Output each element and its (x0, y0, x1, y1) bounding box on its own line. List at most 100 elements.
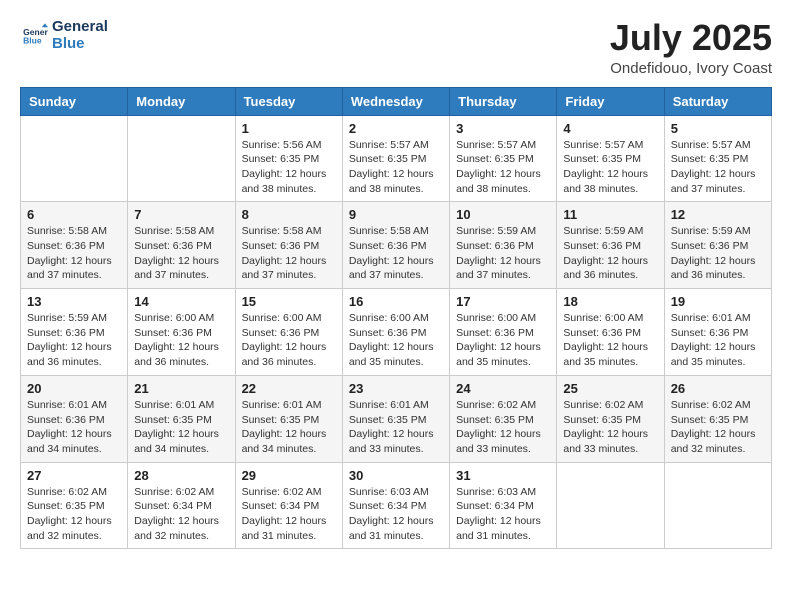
day-number: 15 (242, 294, 336, 309)
logo-general: General (52, 18, 108, 35)
day-cell: 30 Sunrise: 6:03 AM Sunset: 6:34 PM Dayli… (342, 462, 449, 549)
day-info: Sunrise: 5:59 AM Sunset: 6:36 PM Dayligh… (563, 224, 657, 283)
day-cell: 18 Sunrise: 6:00 AM Sunset: 6:36 PM Dayli… (557, 289, 664, 376)
day-cell: 13Sunrise: 5:59 AM Sunset: 6:36 PM Dayli… (21, 289, 128, 376)
day-cell: 31 Sunrise: 6:03 AM Sunset: 6:34 PM Dayli… (450, 462, 557, 549)
day-info: Sunrise: 5:58 AM Sunset: 6:36 PM Dayligh… (134, 224, 228, 283)
month-year: July 2025 (610, 18, 772, 58)
day-info: Sunrise: 6:02 AM Sunset: 6:35 PM Dayligh… (563, 398, 657, 457)
day-info: Sunrise: 6:02 AM Sunset: 6:34 PM Dayligh… (242, 485, 336, 544)
day-cell: 11Sunrise: 5:59 AM Sunset: 6:36 PM Dayli… (557, 202, 664, 289)
day-cell (557, 462, 664, 549)
day-cell: 14 Sunrise: 6:00 AM Sunset: 6:36 PM Dayli… (128, 289, 235, 376)
week-row-3: 13Sunrise: 5:59 AM Sunset: 6:36 PM Dayli… (21, 289, 772, 376)
day-info: Sunrise: 6:01 AM Sunset: 6:36 PM Dayligh… (27, 398, 121, 457)
svg-text:Blue: Blue (23, 36, 42, 46)
day-info: Sunrise: 5:57 AM Sunset: 6:35 PM Dayligh… (349, 138, 443, 197)
day-info: Sunrise: 6:00 AM Sunset: 6:36 PM Dayligh… (349, 311, 443, 370)
day-number: 1 (242, 121, 336, 136)
day-number: 14 (134, 294, 228, 309)
logo-icon: General Blue (20, 21, 48, 49)
day-number: 27 (27, 468, 121, 483)
week-row-1: 1 Sunrise: 5:56 AM Sunset: 6:35 PM Daylig… (21, 115, 772, 202)
day-number: 24 (456, 381, 550, 396)
day-cell: 26 Sunrise: 6:02 AM Sunset: 6:35 PM Dayli… (664, 375, 771, 462)
day-cell: 8 Sunrise: 5:58 AM Sunset: 6:36 PM Daylig… (235, 202, 342, 289)
day-number: 28 (134, 468, 228, 483)
day-cell: 12 Sunrise: 5:59 AM Sunset: 6:36 PM Dayli… (664, 202, 771, 289)
weekday-header-thursday: Thursday (450, 87, 557, 115)
page: General Blue General Blue July 2025 Onde… (0, 0, 792, 612)
day-info: Sunrise: 6:03 AM Sunset: 6:34 PM Dayligh… (456, 485, 550, 544)
week-row-5: 27 Sunrise: 6:02 AM Sunset: 6:35 PM Dayli… (21, 462, 772, 549)
day-info: Sunrise: 5:57 AM Sunset: 6:35 PM Dayligh… (671, 138, 765, 197)
day-cell: 19 Sunrise: 6:01 AM Sunset: 6:36 PM Dayli… (664, 289, 771, 376)
day-info: Sunrise: 5:57 AM Sunset: 6:35 PM Dayligh… (456, 138, 550, 197)
day-number: 21 (134, 381, 228, 396)
day-cell: 21 Sunrise: 6:01 AM Sunset: 6:35 PM Dayli… (128, 375, 235, 462)
day-number: 16 (349, 294, 443, 309)
weekday-header-wednesday: Wednesday (342, 87, 449, 115)
weekday-header-tuesday: Tuesday (235, 87, 342, 115)
day-cell: 5 Sunrise: 5:57 AM Sunset: 6:35 PM Daylig… (664, 115, 771, 202)
day-number: 17 (456, 294, 550, 309)
day-cell: 22 Sunrise: 6:01 AM Sunset: 6:35 PM Dayli… (235, 375, 342, 462)
day-number: 9 (349, 207, 443, 222)
day-info: Sunrise: 5:57 AM Sunset: 6:35 PM Dayligh… (563, 138, 657, 197)
day-cell: 15Sunrise: 6:00 AM Sunset: 6:36 PM Dayli… (235, 289, 342, 376)
day-number: 8 (242, 207, 336, 222)
day-number: 25 (563, 381, 657, 396)
day-cell: 7 Sunrise: 5:58 AM Sunset: 6:36 PM Daylig… (128, 202, 235, 289)
day-number: 5 (671, 121, 765, 136)
weekday-header-sunday: Sunday (21, 87, 128, 115)
day-info: Sunrise: 6:00 AM Sunset: 6:36 PM Dayligh… (563, 311, 657, 370)
weekday-header-monday: Monday (128, 87, 235, 115)
day-number: 30 (349, 468, 443, 483)
day-info: Sunrise: 6:01 AM Sunset: 6:35 PM Dayligh… (349, 398, 443, 457)
day-number: 19 (671, 294, 765, 309)
day-info: Sunrise: 6:03 AM Sunset: 6:34 PM Dayligh… (349, 485, 443, 544)
day-number: 22 (242, 381, 336, 396)
day-info: Sunrise: 5:58 AM Sunset: 6:36 PM Dayligh… (27, 224, 121, 283)
day-info: Sunrise: 5:58 AM Sunset: 6:36 PM Dayligh… (242, 224, 336, 283)
day-number: 31 (456, 468, 550, 483)
day-info: Sunrise: 5:56 AM Sunset: 6:35 PM Dayligh… (242, 138, 336, 197)
day-cell: 24 Sunrise: 6:02 AM Sunset: 6:35 PM Dayli… (450, 375, 557, 462)
day-info: Sunrise: 6:02 AM Sunset: 6:35 PM Dayligh… (27, 485, 121, 544)
day-cell: 29Sunrise: 6:02 AM Sunset: 6:34 PM Dayli… (235, 462, 342, 549)
day-info: Sunrise: 5:59 AM Sunset: 6:36 PM Dayligh… (671, 224, 765, 283)
week-row-4: 20 Sunrise: 6:01 AM Sunset: 6:36 PM Dayli… (21, 375, 772, 462)
day-info: Sunrise: 6:02 AM Sunset: 6:35 PM Dayligh… (671, 398, 765, 457)
day-info: Sunrise: 5:59 AM Sunset: 6:36 PM Dayligh… (27, 311, 121, 370)
day-cell: 9 Sunrise: 5:58 AM Sunset: 6:36 PM Daylig… (342, 202, 449, 289)
day-info: Sunrise: 5:59 AM Sunset: 6:36 PM Dayligh… (456, 224, 550, 283)
day-cell (21, 115, 128, 202)
weekday-header-saturday: Saturday (664, 87, 771, 115)
day-info: Sunrise: 6:00 AM Sunset: 6:36 PM Dayligh… (134, 311, 228, 370)
day-number: 10 (456, 207, 550, 222)
day-number: 6 (27, 207, 121, 222)
day-cell (664, 462, 771, 549)
day-info: Sunrise: 6:01 AM Sunset: 6:35 PM Dayligh… (242, 398, 336, 457)
day-info: Sunrise: 6:02 AM Sunset: 6:34 PM Dayligh… (134, 485, 228, 544)
day-number: 3 (456, 121, 550, 136)
day-info: Sunrise: 5:58 AM Sunset: 6:36 PM Dayligh… (349, 224, 443, 283)
day-info: Sunrise: 6:01 AM Sunset: 6:35 PM Dayligh… (134, 398, 228, 457)
day-number: 2 (349, 121, 443, 136)
weekday-header-friday: Friday (557, 87, 664, 115)
day-cell: 17Sunrise: 6:00 AM Sunset: 6:36 PM Dayli… (450, 289, 557, 376)
day-info: Sunrise: 6:01 AM Sunset: 6:36 PM Dayligh… (671, 311, 765, 370)
day-number: 18 (563, 294, 657, 309)
day-number: 7 (134, 207, 228, 222)
day-number: 26 (671, 381, 765, 396)
day-cell: 27 Sunrise: 6:02 AM Sunset: 6:35 PM Dayli… (21, 462, 128, 549)
day-cell: 10 Sunrise: 5:59 AM Sunset: 6:36 PM Dayli… (450, 202, 557, 289)
day-cell: 3 Sunrise: 5:57 AM Sunset: 6:35 PM Daylig… (450, 115, 557, 202)
day-number: 12 (671, 207, 765, 222)
day-cell: 1 Sunrise: 5:56 AM Sunset: 6:35 PM Daylig… (235, 115, 342, 202)
day-number: 20 (27, 381, 121, 396)
day-info: Sunrise: 6:02 AM Sunset: 6:35 PM Dayligh… (456, 398, 550, 457)
day-cell: 16 Sunrise: 6:00 AM Sunset: 6:36 PM Dayli… (342, 289, 449, 376)
day-cell: 25 Sunrise: 6:02 AM Sunset: 6:35 PM Dayli… (557, 375, 664, 462)
logo-blue: Blue (52, 35, 108, 52)
